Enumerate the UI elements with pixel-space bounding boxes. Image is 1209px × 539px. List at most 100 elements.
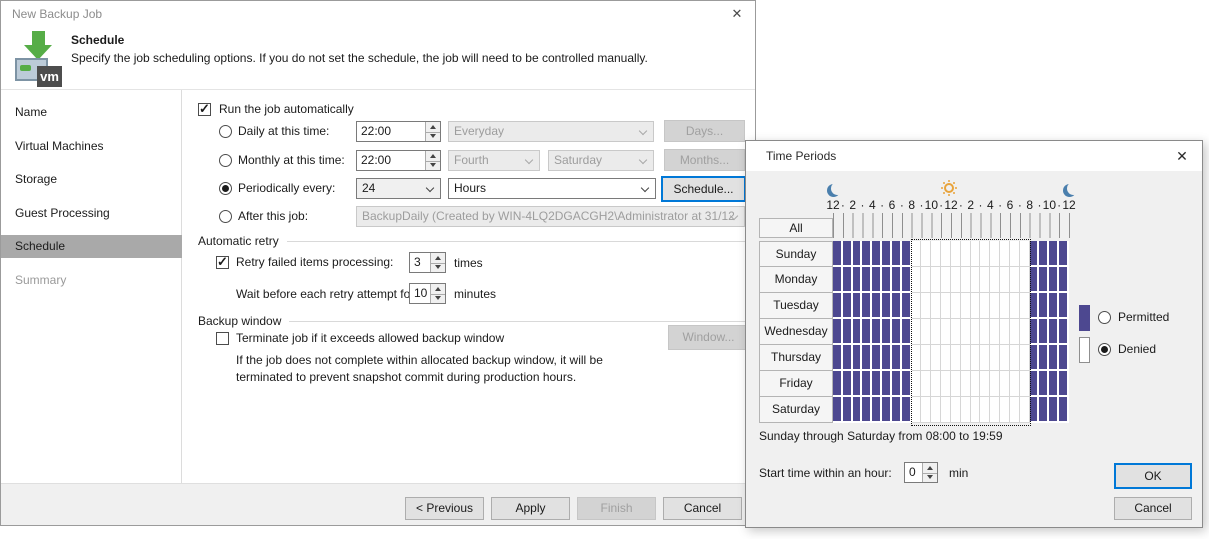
- hour-cell-saturday-2[interactable]: [853, 397, 863, 423]
- hour-cell-sunday-21[interactable]: [1039, 241, 1049, 267]
- daily-time-spinner[interactable]: 22:00: [356, 121, 441, 142]
- apply-button[interactable]: Apply: [491, 497, 570, 520]
- hour-cell-wednesday-3[interactable]: [862, 319, 872, 345]
- day-header-wednesday[interactable]: Wednesday: [759, 318, 833, 345]
- periodically-unit-dropdown[interactable]: Hours: [448, 178, 656, 199]
- hour-cell-wednesday-23[interactable]: [1059, 319, 1069, 345]
- hour-cell-sunday-23[interactable]: [1059, 241, 1069, 267]
- hour-cell-friday-5[interactable]: [882, 371, 892, 397]
- hour-cell-tuesday-23[interactable]: [1059, 293, 1069, 319]
- hour-cell-tuesday-20[interactable]: [1030, 293, 1040, 319]
- sidebar-item-summary[interactable]: Summary: [1, 269, 182, 292]
- sidebar-item-schedule[interactable]: Schedule: [1, 235, 182, 258]
- new-backup-job-titlebar[interactable]: New Backup Job ✕: [1, 1, 755, 27]
- sidebar-item-virtual-machines[interactable]: Virtual Machines: [1, 135, 182, 158]
- hour-cell-tuesday-1[interactable]: [843, 293, 853, 319]
- hour-cell-sunday-4[interactable]: [872, 241, 882, 267]
- monthly-time-spinner[interactable]: 22:00: [356, 150, 441, 171]
- day-header-friday[interactable]: Friday: [759, 370, 833, 397]
- hour-cell-tuesday-4[interactable]: [872, 293, 882, 319]
- hour-cell-friday-4[interactable]: [872, 371, 882, 397]
- after-job-radio[interactable]: [219, 210, 232, 223]
- monthly-radio[interactable]: [219, 154, 232, 167]
- hour-cell-sunday-3[interactable]: [862, 241, 872, 267]
- hour-cell-monday-6[interactable]: [892, 267, 902, 293]
- hour-cell-sunday-0[interactable]: [833, 241, 843, 267]
- hour-cell-monday-0[interactable]: [833, 267, 843, 293]
- sidebar-item-name[interactable]: Name: [1, 101, 182, 124]
- hour-cell-wednesday-0[interactable]: [833, 319, 843, 345]
- hour-cell-wednesday-22[interactable]: [1049, 319, 1059, 345]
- hour-cell-saturday-6[interactable]: [892, 397, 902, 423]
- cancel-button[interactable]: Cancel: [663, 497, 742, 520]
- hour-cell-saturday-0[interactable]: [833, 397, 843, 423]
- hour-cell-monday-3[interactable]: [862, 267, 872, 293]
- day-header-saturday[interactable]: Saturday: [759, 396, 833, 423]
- all-row-hour-slots[interactable]: [833, 218, 1070, 238]
- hour-cell-tuesday-21[interactable]: [1039, 293, 1049, 319]
- hour-cell-friday-1[interactable]: [843, 371, 853, 397]
- hour-cell-thursday-0[interactable]: [833, 345, 843, 371]
- hour-cell-sunday-22[interactable]: [1049, 241, 1059, 267]
- day-header-sunday[interactable]: Sunday: [759, 241, 833, 267]
- hour-cell-wednesday-6[interactable]: [892, 319, 902, 345]
- hour-cell-sunday-6[interactable]: [892, 241, 902, 267]
- spinner-arrows-icon[interactable]: [430, 284, 445, 303]
- hour-cell-thursday-6[interactable]: [892, 345, 902, 371]
- denied-radio[interactable]: [1098, 343, 1111, 356]
- day-header-tuesday[interactable]: Tuesday: [759, 292, 833, 319]
- spinner-arrows-icon[interactable]: [430, 253, 445, 272]
- hour-cell-saturday-22[interactable]: [1049, 397, 1059, 423]
- hour-cell-monday-23[interactable]: [1059, 267, 1069, 293]
- hour-cell-sunday-2[interactable]: [853, 241, 863, 267]
- close-icon[interactable]: ✕: [1174, 148, 1190, 164]
- hour-cell-saturday-4[interactable]: [872, 397, 882, 423]
- hour-cell-tuesday-5[interactable]: [882, 293, 892, 319]
- schedule-button[interactable]: Schedule...: [661, 176, 746, 202]
- hour-cell-monday-1[interactable]: [843, 267, 853, 293]
- hour-cell-thursday-23[interactable]: [1059, 345, 1069, 371]
- previous-button[interactable]: < Previous: [405, 497, 484, 520]
- spinner-arrows-icon[interactable]: [922, 463, 937, 482]
- permitted-radio[interactable]: [1098, 311, 1111, 324]
- hour-cell-saturday-3[interactable]: [862, 397, 872, 423]
- hour-cell-friday-0[interactable]: [833, 371, 843, 397]
- hour-cell-monday-21[interactable]: [1039, 267, 1049, 293]
- hour-cell-wednesday-2[interactable]: [853, 319, 863, 345]
- hour-cell-wednesday-5[interactable]: [882, 319, 892, 345]
- hour-cell-thursday-2[interactable]: [853, 345, 863, 371]
- retry-count-spinner[interactable]: 3: [409, 252, 446, 273]
- day-header-monday[interactable]: Monday: [759, 266, 833, 293]
- hour-cell-tuesday-22[interactable]: [1049, 293, 1059, 319]
- hour-cell-thursday-5[interactable]: [882, 345, 892, 371]
- hour-cell-sunday-20[interactable]: [1030, 241, 1040, 267]
- hour-cell-wednesday-1[interactable]: [843, 319, 853, 345]
- periodically-value-dropdown[interactable]: 24: [356, 178, 441, 199]
- hour-cell-friday-23[interactable]: [1059, 371, 1069, 397]
- hour-cell-saturday-20[interactable]: [1030, 397, 1040, 423]
- hour-cell-tuesday-3[interactable]: [862, 293, 872, 319]
- hour-cell-friday-3[interactable]: [862, 371, 872, 397]
- hour-cell-thursday-20[interactable]: [1030, 345, 1040, 371]
- hour-cell-thursday-3[interactable]: [862, 345, 872, 371]
- wait-minutes-spinner[interactable]: 10: [409, 283, 446, 304]
- hour-cell-monday-5[interactable]: [882, 267, 892, 293]
- hour-cell-saturday-1[interactable]: [843, 397, 853, 423]
- start-time-spinner[interactable]: 0: [904, 462, 938, 483]
- run-automatically-checkbox[interactable]: [198, 103, 211, 116]
- periodically-radio[interactable]: [219, 182, 232, 195]
- hour-cell-friday-20[interactable]: [1030, 371, 1040, 397]
- hour-cell-friday-6[interactable]: [892, 371, 902, 397]
- hour-cell-monday-4[interactable]: [872, 267, 882, 293]
- hour-cell-monday-20[interactable]: [1030, 267, 1040, 293]
- all-row-header[interactable]: All: [759, 218, 833, 238]
- hour-cell-tuesday-2[interactable]: [853, 293, 863, 319]
- sidebar-item-guest-processing[interactable]: Guest Processing: [1, 202, 182, 225]
- hour-cell-monday-2[interactable]: [853, 267, 863, 293]
- day-header-thursday[interactable]: Thursday: [759, 344, 833, 371]
- hour-cell-wednesday-20[interactable]: [1030, 319, 1040, 345]
- daily-radio[interactable]: [219, 125, 232, 138]
- terminate-checkbox[interactable]: [216, 332, 229, 345]
- hour-cell-wednesday-4[interactable]: [872, 319, 882, 345]
- hour-cell-sunday-5[interactable]: [882, 241, 892, 267]
